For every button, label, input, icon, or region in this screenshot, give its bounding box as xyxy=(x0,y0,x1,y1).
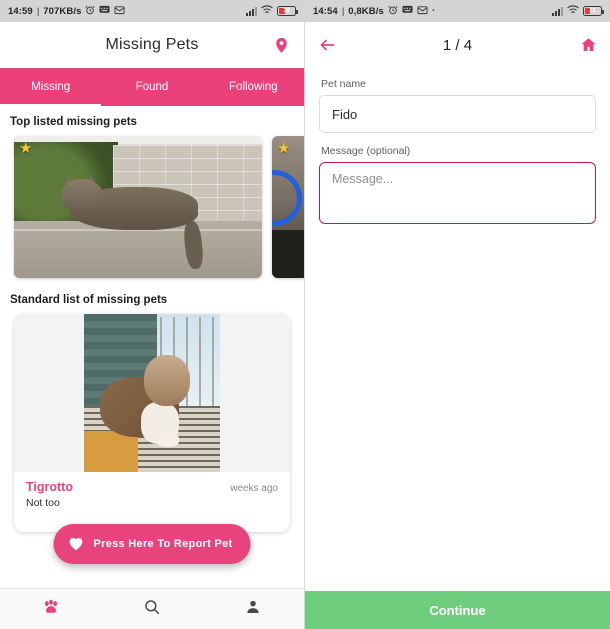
battery-icon: 18 xyxy=(277,6,299,16)
status-clock: 14:59 xyxy=(8,5,33,17)
top-listed-carousel[interactable]: ★ ★ xyxy=(0,136,304,278)
top-pet-card[interactable]: ★ xyxy=(14,136,262,278)
status-bar-right: 14:54 | 0,8KB/s · 21 xyxy=(305,0,610,22)
battery-level: 21 xyxy=(589,8,596,14)
pet-description: Not too xyxy=(26,497,60,509)
pet-name: Tigrotto xyxy=(26,480,73,494)
status-bar-left: 14:59 | 707KB/s 18 xyxy=(0,0,304,22)
page-title: Missing Pets xyxy=(105,36,199,53)
status-clock: 14:54 xyxy=(313,5,338,17)
status-bar-right-group: 18 xyxy=(246,5,299,18)
mail-icon xyxy=(114,5,125,18)
alarm-icon xyxy=(85,5,95,18)
nav-item-pets[interactable] xyxy=(0,589,101,629)
message-icon xyxy=(99,5,110,18)
pet-photo xyxy=(14,136,262,278)
top-pet-card[interactable]: ★ xyxy=(272,136,304,278)
paw-icon xyxy=(41,597,61,622)
status-network-speed: 0,8KB/s xyxy=(348,5,384,17)
form-app-bar: 1 / 4 xyxy=(305,22,610,68)
status-dot: · xyxy=(431,5,436,17)
battery-level: 18 xyxy=(283,8,290,14)
pet-photo xyxy=(272,136,304,278)
person-icon xyxy=(244,598,262,621)
tab-found[interactable]: Found xyxy=(101,68,202,106)
tab-missing-label: Missing xyxy=(31,81,71,93)
star-icon: ★ xyxy=(19,140,33,157)
step-indicator: 1 / 4 xyxy=(442,36,473,54)
pet-time-ago: weeks ago xyxy=(230,483,278,494)
message-placeholder: Message... xyxy=(332,172,394,186)
message-icon xyxy=(402,5,413,18)
bottom-navigation xyxy=(0,588,304,629)
tab-following-label: Following xyxy=(229,81,278,93)
heart-icon xyxy=(67,535,84,554)
nav-item-search[interactable] xyxy=(101,589,202,629)
search-icon xyxy=(143,598,161,621)
content-scroll-area[interactable]: Top listed missing pets ★ ★ Standard lis… xyxy=(0,106,304,588)
report-form: Pet name Fido Message (optional) Message… xyxy=(305,68,610,224)
star-icon: ★ xyxy=(277,140,291,157)
list-item[interactable]: Tigrotto weeks ago Not too xyxy=(14,314,290,532)
status-bar-left-group: 14:54 | 0,8KB/s · xyxy=(313,5,436,18)
wifi-icon xyxy=(261,5,273,18)
status-network-speed: 707KB/s xyxy=(43,5,82,17)
status-bar-left-group: 14:59 | 707KB/s xyxy=(8,5,125,18)
tab-missing[interactable]: Missing xyxy=(0,68,102,106)
signal-icon xyxy=(552,6,563,16)
standard-list-section-title: Standard list of missing pets xyxy=(10,294,168,306)
pet-name-input[interactable]: Fido xyxy=(319,95,596,133)
status-separator: | xyxy=(36,5,40,17)
continue-label: Continue xyxy=(429,602,486,618)
back-arrow-icon[interactable] xyxy=(317,36,338,54)
pet-photo xyxy=(14,314,290,472)
missing-pets-screen: 14:59 | 707KB/s 18 Missing Pets Missing … xyxy=(0,0,305,629)
signal-icon xyxy=(246,6,257,16)
report-pet-form-screen: 14:54 | 0,8KB/s · 21 1 / 4 Pet name Fido… xyxy=(305,0,610,629)
alarm-icon xyxy=(388,5,398,18)
status-separator: | xyxy=(341,5,345,17)
report-pet-label: Press Here To Report Pet xyxy=(93,538,233,550)
wifi-icon xyxy=(567,5,579,18)
tab-found-label: Found xyxy=(135,81,169,93)
location-pin-icon[interactable] xyxy=(270,34,292,56)
home-icon[interactable] xyxy=(579,36,598,54)
pet-name-value: Fido xyxy=(332,106,358,122)
mail-icon xyxy=(417,5,428,18)
app-bar: Missing Pets xyxy=(0,22,304,68)
message-label: Message (optional) xyxy=(321,145,411,157)
dual-screenshot: 14:59 | 707KB/s 18 Missing Pets Missing … xyxy=(0,0,610,629)
message-input[interactable]: Message... xyxy=(319,162,596,224)
pet-name-label: Pet name xyxy=(321,78,366,90)
status-bar-right-group: 21 xyxy=(552,5,605,18)
top-listed-section-title: Top listed missing pets xyxy=(10,116,137,128)
battery-icon: 21 xyxy=(583,6,605,16)
tab-bar: Missing Found Following xyxy=(0,68,304,106)
report-pet-button[interactable]: Press Here To Report Pet xyxy=(53,524,251,564)
nav-item-profile[interactable] xyxy=(203,589,304,629)
tab-following[interactable]: Following xyxy=(203,68,304,106)
pet-meta-row: Tigrotto weeks ago xyxy=(14,472,290,494)
continue-button[interactable]: Continue xyxy=(305,591,610,629)
